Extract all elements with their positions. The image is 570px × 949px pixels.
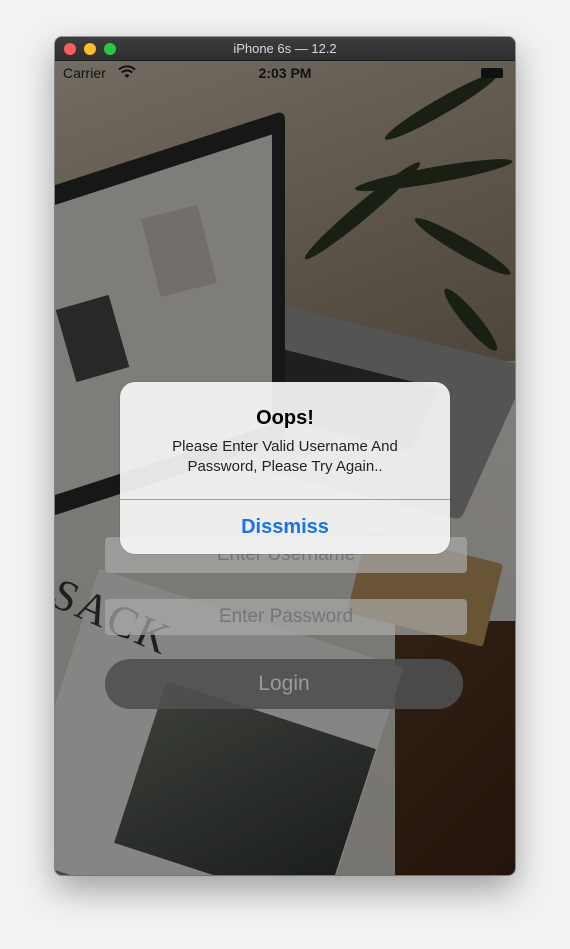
password-field[interactable] bbox=[105, 599, 467, 635]
zoom-window-button[interactable] bbox=[104, 43, 116, 55]
status-time: 2:03 PM bbox=[258, 65, 312, 81]
close-window-button[interactable] bbox=[64, 43, 76, 55]
error-alert: Oops! Please Enter Valid Username And Pa… bbox=[120, 382, 450, 554]
battery-icon bbox=[481, 68, 503, 78]
alert-title: Oops! bbox=[256, 407, 314, 429]
minimize-window-button[interactable] bbox=[84, 43, 96, 55]
window-title: iPhone 6s — 12.2 bbox=[233, 41, 337, 56]
status-bar: Carrier 2:03 PM bbox=[55, 61, 515, 85]
alert-message: Please Enter Valid Username And Password… bbox=[172, 438, 398, 475]
login-button[interactable]: Login bbox=[105, 659, 463, 709]
window-titlebar: iPhone 6s — 12.2 bbox=[55, 37, 515, 61]
dismiss-button[interactable]: Dissmiss bbox=[120, 500, 450, 554]
device-screen: SACK Carrier 2:03 PM Login Oops! Please … bbox=[55, 61, 515, 875]
simulator-window: iPhone 6s — 12.2 SACK Carrier bbox=[55, 37, 515, 875]
